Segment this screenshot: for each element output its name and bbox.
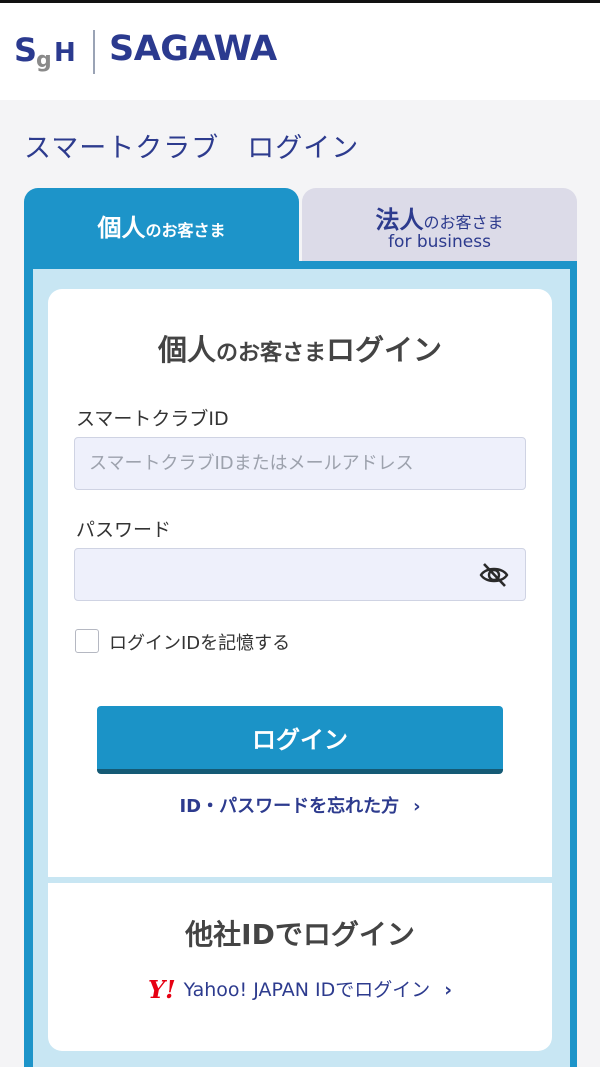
page-title: スマートクラブ ログイン xyxy=(24,133,360,164)
password-field-label: パスワード xyxy=(76,519,172,541)
login-heading-mid: のお客さま xyxy=(215,341,326,366)
password-input[interactable] xyxy=(74,548,526,601)
login-heading: 個人のお客さまログイン xyxy=(0,327,600,369)
yahoo-login-label: Yahoo! JAPAN IDでログイン xyxy=(183,979,431,1001)
other-login-heading: 他社IDでログイン xyxy=(185,918,415,951)
tab-business[interactable]: 法人のお客さま for business xyxy=(302,188,577,264)
svg-text:H: H xyxy=(54,38,76,68)
other-login-card xyxy=(48,883,552,1051)
tab-personal-main: 個人 xyxy=(97,214,146,242)
tab-business-sub: for business xyxy=(388,232,491,252)
smart-club-id-input[interactable] xyxy=(74,437,526,490)
tab-personal[interactable]: 個人のお客さま xyxy=(24,188,299,264)
svg-text:g: g xyxy=(36,48,52,73)
tab-business-suffix: のお客さま xyxy=(423,213,504,232)
forgot-credentials-label: ID・パスワードを忘れた方 xyxy=(179,796,400,817)
tab-business-main: 法人 xyxy=(375,206,424,234)
remember-id-label[interactable]: ログインIDを記憶する xyxy=(109,629,290,655)
site-header: S g H SAGAWA xyxy=(0,3,600,100)
login-button[interactable]: ログイン xyxy=(97,706,503,774)
chevron-right-icon: › xyxy=(444,979,453,1001)
tab-personal-suffix: のお客さま xyxy=(145,221,226,240)
eye-slash-icon[interactable] xyxy=(478,560,510,590)
login-heading-main: 個人 xyxy=(157,333,216,367)
chevron-right-icon: › xyxy=(413,796,421,817)
id-field-label: スマートクラブID xyxy=(76,408,229,430)
svg-text:S: S xyxy=(14,31,37,69)
remember-id-checkbox[interactable] xyxy=(75,629,99,653)
forgot-credentials-link[interactable]: ID・パスワードを忘れた方 › xyxy=(0,792,600,818)
yahoo-logo-icon: Y! xyxy=(147,975,176,1004)
logo-divider xyxy=(93,30,95,74)
yahoo-login-link[interactable]: Y! Yahoo! JAPAN IDでログイン › xyxy=(0,975,600,1004)
sgh-logo-icon[interactable]: S g H xyxy=(14,29,84,77)
login-heading-end: ログイン xyxy=(326,333,443,367)
sagawa-logo[interactable]: SAGAWA xyxy=(109,29,277,69)
